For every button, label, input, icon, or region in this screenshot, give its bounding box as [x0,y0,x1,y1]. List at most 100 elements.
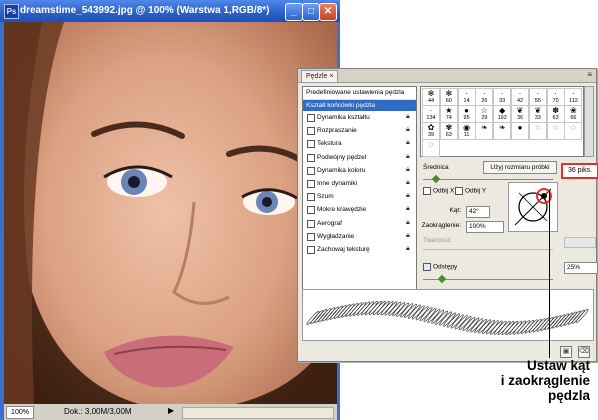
brush-preset-cell[interactable]: ✽ 63 [546,105,565,123]
brush-preset-cell[interactable]: · 42 [511,88,529,106]
option-wet-edges[interactable]: Mokre krawędzie 🔒︎ [303,203,416,216]
horizontal-scrollbar[interactable] [182,407,334,419]
brush-preset-cell[interactable]: ❦ 33 [528,105,547,123]
option-other-dynamics[interactable]: Inne dynamiki 🔒︎ [303,177,416,190]
checkbox[interactable] [307,232,315,241]
brush-preset-cell[interactable]: ❀ 66 [564,105,583,123]
brush-preset-cell[interactable]: · 33 [493,88,512,106]
preset-grid-scrollbar[interactable] [584,86,594,157]
diameter-label: Średnica [423,164,449,171]
new-brush-icon[interactable]: ▣ [560,346,572,358]
brush-preset-cell[interactable]: · 134 [422,105,440,123]
lock-icon[interactable]: 🔒︎ [406,166,412,173]
brush-preset-cell[interactable]: ◌ [422,139,440,157]
brush-preset-cell[interactable]: ✻ 44 [422,88,440,106]
option-texture[interactable]: Tekstura 🔒︎ [303,137,416,150]
brush-preset-cell[interactable]: ◉ 11 [457,122,476,140]
maximize-button[interactable]: □ [302,3,320,21]
zoom-field[interactable]: 100% [6,406,34,419]
panel-menu-icon[interactable]: ≡ [587,70,592,79]
brush-preset-cell[interactable]: ● 95 [457,105,476,123]
status-menu-arrow-icon[interactable]: ▶ [168,406,174,415]
brush-preset-cell[interactable]: ◌ [528,122,547,140]
use-sample-size-button[interactable]: Użyj rozmiaru próbki [483,161,557,174]
checkbox[interactable] [307,166,315,175]
slider-thumb[interactable] [431,174,441,184]
checkbox[interactable] [307,114,315,122]
brush-preset-cell[interactable]: ❧ [493,122,512,140]
lock-icon[interactable]: 🔒︎ [406,179,412,186]
brush-tip-shape-option[interactable]: Kształt końcówki pędzla [303,100,416,111]
brush-preset-cell[interactable]: · 14 [457,88,476,106]
brush-preset-cell[interactable]: · 70 [546,88,565,106]
checkbox[interactable] [307,245,315,254]
trash-icon[interactable]: ⌫ [578,346,590,358]
option-protect-texture[interactable]: Zachowaj teksturę 🔒︎ [303,243,416,256]
photoshop-doc-icon: Ps [4,4,19,19]
brush-size-label: 39 [427,132,435,138]
document-titlebar[interactable]: Ps dreamstime_543992.jpg @ 100% (Warstwa… [0,0,340,22]
checkbox[interactable] [307,193,315,202]
brush-size-label: 66 [570,115,577,121]
option-airbrush[interactable]: Aerograf 🔒︎ [303,217,416,230]
checkbox-box[interactable] [455,187,463,195]
brush-size-label [423,149,439,156]
lock-icon[interactable]: 🔒︎ [406,245,412,252]
lock-icon[interactable]: 🔒︎ [406,232,412,239]
flip-x-checkbox[interactable]: Odbij X [423,187,454,195]
flip-y-checkbox[interactable]: Odbij Y [455,187,486,195]
checkbox[interactable] [307,140,315,149]
brush-tip-icon: ✿ [427,123,435,132]
image-canvas[interactable] [4,22,337,404]
lock-icon[interactable]: 🔒︎ [406,113,412,120]
option-color-dynamics[interactable]: Dynamika koloru 🔒︎ [303,164,416,177]
brush-preset-cell[interactable]: ☆ 29 [475,105,494,123]
diameter-field[interactable]: 36 piks. [561,163,598,179]
option-noise[interactable]: Szum 🔒︎ [303,190,416,203]
checkbox[interactable] [307,127,315,136]
option-scattering[interactable]: Rozpraszanie 🔒︎ [303,124,416,137]
checkbox[interactable] [307,219,315,228]
roundness-field[interactable]: 100% [466,221,504,233]
close-button[interactable]: ✕ [319,3,337,21]
brush-preset-cell[interactable]: ★ 74 [439,105,458,123]
brush-preset-cell[interactable]: ◌ [564,122,583,140]
brush-preset-cell[interactable]: ✾ 63 [439,122,458,140]
brush-preset-cell[interactable]: ❦ 36 [511,105,529,123]
brush-preset-cell[interactable]: ❧ [475,122,494,140]
tab-brushes[interactable]: Pędzle × [301,70,339,82]
option-shape-dynamics[interactable]: Dynamika kształtu 🔒︎ [303,111,416,124]
checkbox-box[interactable] [423,187,431,195]
option-dual-brush[interactable]: Podwójny pędzel 🔒︎ [303,151,416,164]
angle-roundness-widget[interactable] [508,182,558,232]
minimize-button[interactable]: _ [285,3,303,21]
slider-thumb[interactable] [437,274,447,284]
lock-icon[interactable]: 🔒︎ [406,126,412,133]
brush-preset-cell[interactable]: ◌ [546,122,565,140]
brush-preset-cell[interactable]: ● [511,122,529,140]
spacing-checkbox[interactable]: Odstępy [423,263,457,271]
checkbox-box[interactable] [423,263,431,271]
spacing-field[interactable]: 25% [564,262,598,274]
brush-tip-icon: ● [517,123,523,132]
brush-presets-option[interactable]: Predefiniowane ustawienia pędzla [303,87,416,100]
stroke-dab [423,307,437,322]
checkbox[interactable] [307,206,315,215]
brush-tip-icon: · [483,89,486,98]
checkbox[interactable] [307,179,315,188]
brush-preset-cell[interactable]: · 55 [528,88,547,106]
brush-preset-cell[interactable]: · 26 [475,88,494,106]
spacing-slider[interactable] [423,274,553,284]
lock-icon[interactable]: 🔒︎ [406,139,412,146]
option-smoothing[interactable]: Wygładzanie 🔒︎ [303,230,416,243]
brush-preset-cell[interactable]: ◆ 192 [493,105,512,123]
stroke-dab [431,309,445,324]
brush-preset-cell[interactable]: · 112 [564,88,583,106]
angle-field[interactable]: 42° [466,206,490,218]
brush-preset-cell[interactable]: ✿ 39 [422,122,440,140]
hardness-label: Twardość [423,237,451,244]
lock-icon[interactable]: 🔒︎ [406,153,412,160]
checkbox[interactable] [307,153,315,162]
lock-icon[interactable]: 🔒︎ [406,192,412,199]
brush-preset-cell[interactable]: ✻ 60 [439,88,458,106]
